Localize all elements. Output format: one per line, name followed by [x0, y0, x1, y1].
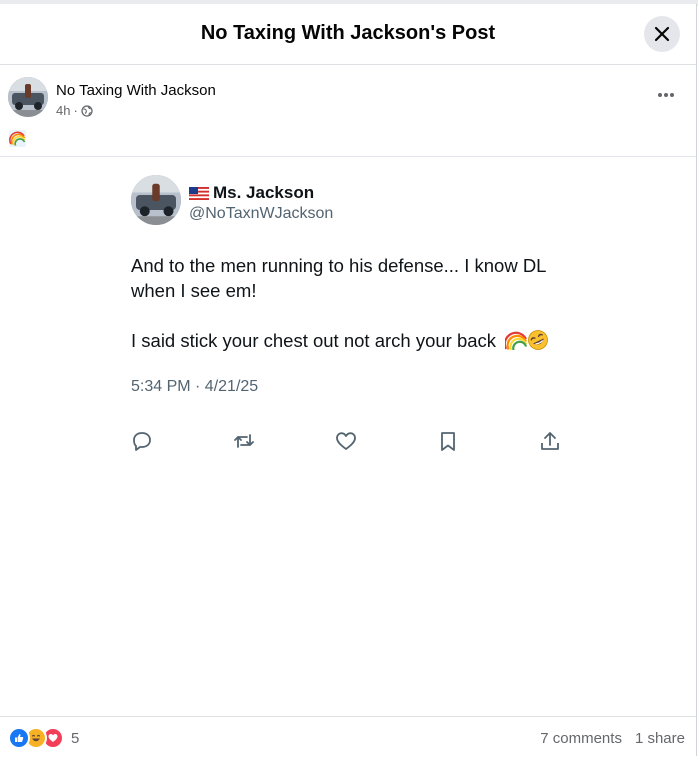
tweet-timestamp: 5:34 PM · 4/21/25	[131, 378, 259, 395]
post-image[interactable]: Ms. Jackson @NoTaxnWJackson And to the m…	[0, 156, 696, 717]
reactions-summary[interactable]: 5	[8, 727, 80, 749]
retweet-icon	[234, 434, 254, 448]
rainbow-emoji	[503, 331, 528, 351]
rainbow-emoji	[9, 130, 26, 147]
tweet-paragraph-2-text: I said stick your chest out not arch you…	[131, 330, 497, 351]
bookmark-icon	[441, 432, 455, 451]
post-dialog: No Taxing With Jackson's Post No Taxing …	[0, 4, 697, 756]
tweet-handle: @NoTaxnWJackson	[189, 205, 334, 222]
avatar-photo	[8, 77, 48, 117]
tweet-paragraph-2: I said stick your chest out not arch you…	[131, 328, 571, 353]
tweet-action-bar	[131, 430, 571, 452]
reply-icon	[133, 432, 151, 451]
close-button[interactable]	[644, 16, 680, 52]
rofl-emoji	[528, 330, 549, 350]
author-name[interactable]: No Taxing With Jackson	[56, 82, 216, 99]
tweet-name-text: Ms. Jackson	[213, 183, 315, 202]
like-reaction-icon	[8, 727, 30, 749]
tweet-display-name: Ms. Jackson	[189, 183, 314, 203]
post-footer: 5 7 comments 1 share	[0, 716, 696, 761]
author-avatar[interactable]	[8, 77, 48, 117]
globe-icon	[81, 104, 93, 117]
us-flag-emoji	[189, 186, 209, 200]
comments-count-link[interactable]: 7 comments	[540, 730, 622, 747]
dialog-header: No Taxing With Jackson's Post	[0, 4, 696, 65]
more-dots-icon	[658, 93, 674, 97]
post-meta: 4h ·	[56, 103, 93, 118]
engagement-stats: 7 comments 1 share	[540, 730, 685, 747]
tweet-paragraph-1: And to the men running to his defense...…	[131, 255, 546, 301]
share-icon	[541, 432, 559, 450]
more-options-button[interactable]	[654, 83, 678, 107]
tweet-avatar-photo	[131, 175, 181, 225]
like-icon	[336, 432, 356, 450]
shares-count-link[interactable]: 1 share	[635, 730, 685, 747]
tweet-body: And to the men running to his defense...…	[131, 253, 571, 378]
meta-separator: ·	[73, 103, 78, 118]
close-icon	[654, 26, 670, 42]
post-time[interactable]: 4h	[56, 103, 70, 118]
tweet-avatar	[131, 175, 181, 225]
post-author-row: No Taxing With Jackson 4h ·	[8, 77, 688, 125]
reaction-count: 5	[71, 729, 80, 747]
dialog-title: No Taxing With Jackson's Post	[200, 22, 496, 44]
